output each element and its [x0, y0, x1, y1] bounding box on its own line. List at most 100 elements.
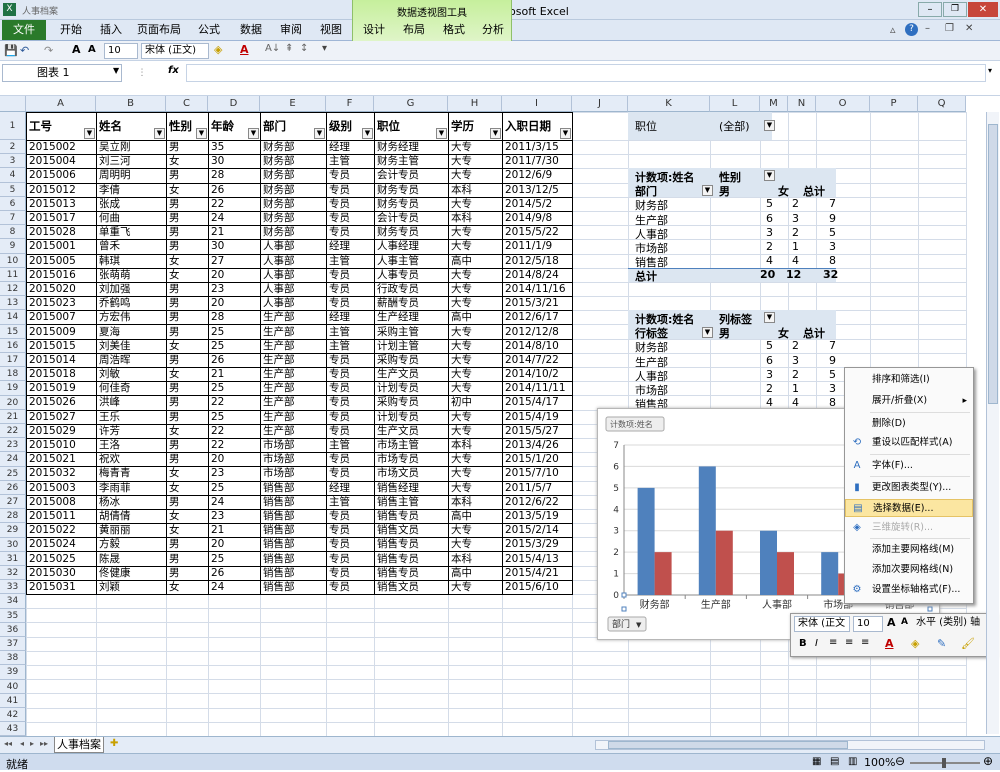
- cell[interactable]: 销售文员: [374, 579, 449, 596]
- cell[interactable]: [502, 622, 573, 638]
- cell[interactable]: [918, 338, 967, 354]
- row-header[interactable]: 33: [0, 580, 26, 595]
- cell[interactable]: 财务部: [260, 196, 327, 212]
- pivot-value[interactable]: 3: [829, 382, 836, 395]
- cell[interactable]: 男: [166, 565, 209, 581]
- cell[interactable]: 本科: [448, 210, 503, 227]
- pivot-total-value[interactable]: 20: [760, 268, 775, 281]
- row-header[interactable]: 32: [0, 566, 26, 581]
- cell[interactable]: [870, 352, 919, 369]
- cell[interactable]: 26: [208, 352, 261, 369]
- name-box[interactable]: 图表 1: [2, 64, 122, 82]
- empty-cell[interactable]: [870, 112, 919, 141]
- cell[interactable]: 韩琪: [96, 253, 167, 269]
- cell[interactable]: [918, 324, 967, 340]
- chart-bar[interactable]: [715, 530, 733, 595]
- vertical-scroll-thumb[interactable]: [988, 124, 998, 404]
- cell[interactable]: [96, 593, 167, 610]
- cell[interactable]: [628, 679, 711, 695]
- pivot-row-dropdown-icon[interactable]: ▼: [702, 326, 713, 338]
- cell[interactable]: [918, 225, 967, 241]
- font-name-box[interactable]: 宋体 (正文): [141, 43, 209, 59]
- cell[interactable]: [260, 650, 327, 666]
- column-header[interactable]: O: [816, 96, 870, 112]
- row-header[interactable]: 20: [0, 395, 26, 410]
- cell[interactable]: 人事经理: [374, 239, 449, 255]
- cell[interactable]: [710, 664, 761, 681]
- cell[interactable]: 2015/4/17: [502, 395, 573, 411]
- cell[interactable]: [208, 608, 261, 624]
- cell[interactable]: 2015/2/14: [502, 523, 573, 539]
- cell[interactable]: 23: [208, 508, 261, 525]
- cell[interactable]: 计划专员: [374, 409, 449, 425]
- cell[interactable]: 2015/1/20: [502, 452, 573, 468]
- cell[interactable]: 2015017: [26, 210, 97, 227]
- cell[interactable]: [760, 679, 789, 695]
- cell[interactable]: 2014/8/24: [502, 267, 573, 283]
- cell[interactable]: 大专: [448, 239, 503, 255]
- cell[interactable]: [816, 352, 871, 369]
- mini-align-right-icon[interactable]: ≡: [861, 637, 869, 648]
- cell[interactable]: 刘加强: [96, 281, 167, 298]
- pivot-row-dropdown-icon[interactable]: ▼: [702, 184, 713, 196]
- cell[interactable]: [870, 239, 919, 255]
- cell[interactable]: [760, 225, 789, 241]
- font-grow-icon[interactable]: A: [72, 43, 81, 56]
- cell[interactable]: [502, 608, 573, 624]
- cell[interactable]: [572, 352, 629, 369]
- row-header[interactable]: 25: [0, 466, 26, 481]
- cell[interactable]: 刘美佳: [96, 338, 167, 354]
- cell[interactable]: [326, 650, 375, 666]
- cell[interactable]: [326, 707, 375, 723]
- horizontal-scroll-thumb[interactable]: [608, 741, 848, 749]
- cell[interactable]: 21: [208, 523, 261, 539]
- pivot-col-header[interactable]: 女: [778, 325, 789, 341]
- cell[interactable]: [326, 622, 375, 638]
- cell[interactable]: 销售专员: [374, 537, 449, 553]
- cell[interactable]: [870, 182, 919, 198]
- cell[interactable]: 大专: [448, 381, 503, 397]
- menu-item[interactable]: 设置坐标轴格式(F)... ⚙: [845, 581, 973, 599]
- cell[interactable]: [374, 636, 449, 652]
- cell[interactable]: 大专: [448, 296, 503, 312]
- cell[interactable]: 2015/7/10: [502, 466, 573, 482]
- cell[interactable]: 男: [166, 551, 209, 567]
- menu-item[interactable]: 更改图表类型(Y)... ▮: [845, 479, 973, 497]
- cell[interactable]: 生产部: [260, 381, 327, 397]
- cell[interactable]: 专员: [326, 537, 375, 553]
- cell[interactable]: [502, 593, 573, 610]
- cell[interactable]: 2015/3/21: [502, 296, 573, 312]
- tab-format[interactable]: 格式: [438, 20, 470, 40]
- cell[interactable]: [760, 196, 789, 212]
- cell[interactable]: 女: [166, 480, 209, 496]
- menu-item[interactable]: 展开/折叠(X) ▸: [845, 392, 973, 410]
- cell[interactable]: 财务部: [260, 210, 327, 227]
- cell[interactable]: [710, 721, 761, 736]
- cell[interactable]: 男: [166, 196, 209, 212]
- cell[interactable]: 2014/11/16: [502, 281, 573, 298]
- cell[interactable]: [816, 721, 871, 736]
- cell[interactable]: 23: [208, 466, 261, 482]
- cell[interactable]: 主管: [326, 154, 375, 170]
- cell[interactable]: 生产部: [260, 366, 327, 383]
- cell[interactable]: [760, 664, 789, 681]
- cell[interactable]: 25: [208, 338, 261, 354]
- cell[interactable]: 人事部: [260, 281, 327, 298]
- tab-data[interactable]: 数据: [235, 20, 267, 40]
- cell[interactable]: 王洛: [96, 437, 167, 454]
- cell[interactable]: 主管: [326, 338, 375, 354]
- cell[interactable]: 27: [208, 253, 261, 269]
- cell[interactable]: 2015/5/22: [502, 225, 573, 241]
- cell[interactable]: [788, 139, 817, 156]
- cell[interactable]: 专员: [326, 508, 375, 525]
- pivot-col-header[interactable]: 女: [778, 183, 789, 199]
- cell[interactable]: [760, 366, 789, 383]
- cell[interactable]: [870, 225, 919, 241]
- cell[interactable]: [208, 636, 261, 652]
- row-header[interactable]: 26: [0, 480, 26, 495]
- pivot-value[interactable]: 3: [792, 212, 799, 225]
- cell[interactable]: 2013/5/19: [502, 508, 573, 525]
- cell[interactable]: [448, 608, 503, 624]
- sheet-tab-renshi[interactable]: 人事档案: [54, 737, 104, 753]
- cell[interactable]: 高中: [448, 508, 503, 525]
